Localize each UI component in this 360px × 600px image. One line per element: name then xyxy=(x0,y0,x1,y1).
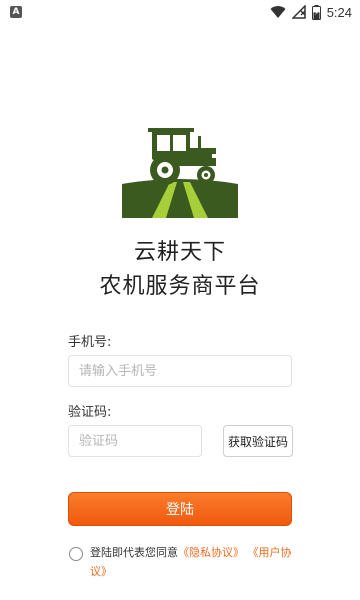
tractor-logo-icon xyxy=(122,128,238,218)
app-subtitle: 农机服务商平台 xyxy=(99,274,261,299)
battery-icon: ⚡ xyxy=(311,4,321,20)
notification-icon: A xyxy=(10,6,22,18)
wifi-icon xyxy=(270,6,286,19)
verification-code-input[interactable] xyxy=(68,425,202,457)
svg-text:⚡: ⚡ xyxy=(314,10,318,17)
phone-input[interactable] xyxy=(68,355,292,387)
code-label: 验证码: xyxy=(68,405,112,420)
get-code-button[interactable]: 获取验证码 xyxy=(223,425,293,457)
agreement-text: 登陆即代表您同意《隐私协议》 《用户协议》 xyxy=(90,543,300,581)
status-bar: A ⚡ 5:24 xyxy=(0,0,360,24)
status-time: 5:24 xyxy=(326,4,352,20)
phone-label: 手机号: xyxy=(68,335,112,350)
app-title: 云耕天下 xyxy=(133,240,226,265)
agreement-prefix: 登陆即代表您同意 xyxy=(90,546,178,559)
signal-icon xyxy=(291,5,306,19)
agreement-checkbox[interactable] xyxy=(69,547,83,561)
login-screen: A ⚡ 5:24 云耕天下 农机服务商平台 手机号: 请输入手机号 验证码: 验… xyxy=(0,0,360,600)
login-button[interactable]: 登陆 xyxy=(68,492,292,526)
privacy-policy-link[interactable]: 《隐私协议》 xyxy=(178,546,244,559)
